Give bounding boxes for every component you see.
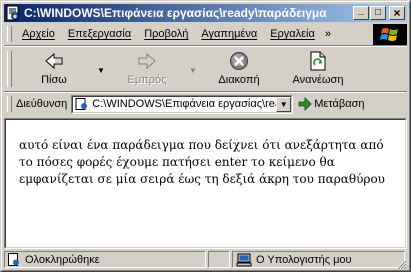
go-arrow-icon (298, 97, 312, 111)
title-bar[interactable]: e C:\WINDOWS\Επιφάνεια εργασίας\ready\πα… (4, 4, 407, 22)
resize-grip-icon[interactable] (395, 258, 407, 270)
forward-button[interactable]: Εμπρός (116, 50, 178, 90)
arrow-left-icon (45, 52, 63, 70)
stop-icon (230, 52, 248, 70)
status-panel-zone: Ο Υπολογιστής μου (232, 251, 405, 268)
address-grip[interactable] (7, 96, 12, 112)
page-text: αυτό είναι ένα παράδειγμα που δείχνει ότ… (19, 138, 385, 186)
menu-overflow-chevron[interactable]: » (325, 28, 331, 40)
status-text: Ολοκληρώθηκε (25, 253, 100, 266)
address-input[interactable] (89, 98, 283, 110)
chevron-down-icon: ▼ (279, 99, 288, 109)
menu-item-tools[interactable]: Εργαλεία (265, 28, 320, 40)
computer-icon (236, 253, 252, 266)
stop-label: Διακοπή (218, 74, 260, 86)
maximize-button[interactable]: □ (370, 6, 386, 20)
minimize-button[interactable]: _ (353, 6, 369, 20)
toolbar-grip[interactable] (7, 51, 12, 87)
close-icon: × (393, 6, 401, 20)
refresh-label: Ανανέωση (292, 74, 344, 86)
back-label: Πίσω (41, 74, 67, 86)
arrow-right-icon (138, 52, 156, 70)
status-panel-main: Ολοκληρώθηκε (4, 251, 206, 268)
windows-logo-icon (373, 24, 407, 45)
go-label: Μετάβαση (314, 98, 365, 110)
forward-label: Εμπρός (127, 74, 167, 86)
browser-window: e C:\WINDOWS\Επιφάνεια εργασίας\ready\πα… (0, 0, 411, 272)
stop-button[interactable]: Διακοπή (211, 50, 267, 90)
menu-item-view[interactable]: Προβολή (139, 28, 193, 40)
refresh-button[interactable]: Ανανέωση (284, 50, 352, 90)
address-bar: Διεύθυνση ▼ Μετάβαση (4, 93, 407, 115)
menu-item-file[interactable]: Αρχείο (17, 28, 60, 40)
menu-item-edit[interactable]: Επεξεργασία (63, 28, 136, 40)
standard-toolbar: Πίσω ▼ Εμπρός ▼ Διακοπή Ανανέωση (4, 47, 407, 91)
address-dropdown-button[interactable]: ▼ (276, 96, 292, 112)
close-button[interactable]: × (389, 6, 405, 20)
back-button[interactable]: Πίσω (26, 50, 82, 90)
go-button[interactable]: Μετάβαση (298, 97, 364, 111)
address-box[interactable]: ▼ (71, 94, 294, 114)
zone-text: Ο Υπολογιστής μου (256, 253, 352, 266)
ie-page-icon (8, 252, 19, 266)
menu-item-favorites[interactable]: Αγαπημένα (196, 28, 262, 40)
page-content[interactable]: αυτό είναι ένα παράδειγμα που δείχνει ότ… (4, 118, 407, 249)
window-title: C:\WINDOWS\Επιφάνεια εργασίας\ready\παρά… (24, 6, 327, 20)
page-icon (75, 98, 88, 110)
status-bar: Ολοκληρώθηκε Ο Υπολογιστής μου (4, 251, 407, 270)
refresh-icon (310, 51, 326, 71)
address-label: Διεύθυνση (16, 98, 68, 110)
minimize-icon: _ (358, 5, 364, 16)
menu-grip[interactable] (7, 26, 12, 42)
ie-page-icon: e (6, 5, 19, 21)
back-dropdown-arrow[interactable]: ▼ (97, 66, 105, 75)
menu-bar: Αρχείο Επεξεργασία Προβολή Αγαπημένα Εργ… (4, 23, 407, 45)
status-panel-empty (208, 251, 230, 268)
svg-text:e: e (13, 14, 17, 20)
forward-dropdown-arrow[interactable]: ▼ (189, 66, 197, 75)
maximize-icon: □ (374, 7, 382, 18)
